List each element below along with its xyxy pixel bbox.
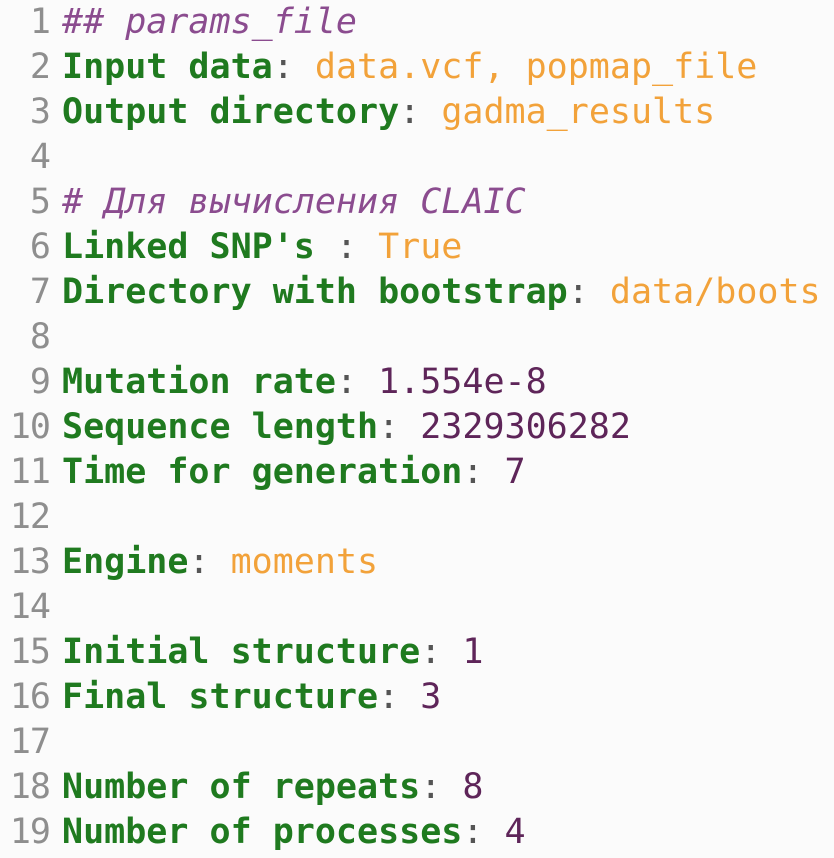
param-value: 8 [462, 767, 484, 807]
line-number: 6 [29, 227, 51, 267]
line-number: 2 [29, 47, 51, 87]
code-line[interactable]: 11 Time for generation: 7 [0, 450, 834, 495]
line-content: Initial structure: 1 [62, 630, 834, 675]
param-key: Mutation rate [62, 362, 336, 402]
param-key: Linked SNP's [62, 227, 315, 267]
line-number: 11 [9, 452, 51, 492]
separator: : [188, 542, 231, 582]
line-content: Sequence length: 2329306282 [62, 405, 834, 450]
separator: : [335, 362, 379, 402]
code-line[interactable]: 12 [0, 495, 834, 540]
code-line[interactable]: 9 Mutation rate: 1.554e-8 [0, 360, 834, 405]
line-number: 3 [29, 92, 51, 132]
param-key: Engine [62, 542, 189, 582]
line-number: 7 [29, 272, 51, 312]
param-key: Directory with bootstrap [62, 272, 568, 312]
param-value: moments [230, 542, 379, 582]
line-number: 16 [9, 677, 51, 717]
line-number: 5 [29, 182, 51, 222]
separator: : [378, 677, 421, 717]
code-line[interactable]: 7 Directory with bootstrap: data/boots [0, 270, 834, 315]
code-line[interactable]: 13 Engine: moments [0, 540, 834, 585]
code-editor[interactable]: 1 ## params_file 2 Input data: data.vcf, po… [0, 0, 834, 858]
code-line[interactable]: 8 [0, 315, 834, 360]
code-line[interactable]: 16 Final structure: 3 [0, 675, 834, 720]
code-line[interactable]: 14 [0, 585, 834, 630]
param-value: 1.554e-8 [378, 362, 547, 402]
line-number: 19 [9, 812, 51, 852]
line-content: Engine: moments [62, 540, 834, 585]
comment-text: ## params_file [62, 2, 358, 42]
line-content [62, 315, 834, 360]
line-content [62, 720, 834, 765]
line-number: 9 [29, 362, 51, 402]
separator: : [272, 47, 315, 87]
param-value: 7 [504, 452, 526, 492]
code-line[interactable]: 17 [0, 720, 834, 765]
line-number: 15 [9, 632, 51, 672]
param-value: True [378, 227, 463, 267]
line-content [62, 585, 834, 630]
line-content: Time for generation: 7 [62, 450, 834, 495]
code-line[interactable]: 18 Number of repeats: 8 [0, 765, 834, 810]
line-number: 10 [9, 407, 51, 447]
line-number: 8 [29, 317, 51, 357]
separator: : [420, 632, 463, 672]
line-content: # Для вычисления CLAIC [62, 180, 834, 225]
code-line[interactable]: 19 Number of processes: 4 [0, 810, 834, 855]
param-key: Number of repeats [62, 767, 421, 807]
param-value: 4 [504, 812, 526, 852]
separator: : [567, 272, 610, 312]
param-value: 3 [420, 677, 442, 717]
param-key: Final structure [62, 677, 379, 717]
code-line[interactable]: 4 [0, 135, 834, 180]
line-content: Number of processes: 4 [62, 810, 834, 855]
code-line[interactable]: 1 ## params_file [0, 0, 834, 45]
line-content: Linked SNP's : True [62, 225, 834, 270]
line-number: 4 [29, 137, 51, 177]
line-content [62, 135, 834, 180]
line-number: 18 [9, 767, 51, 807]
separator: : [462, 812, 505, 852]
code-line[interactable]: 6 Linked SNP's : True [0, 225, 834, 270]
separator: : [314, 227, 379, 267]
param-key: Input data [62, 47, 273, 87]
line-content: ## params_file [62, 0, 834, 45]
param-key: Initial structure [62, 632, 421, 672]
line-content: Output directory: gadma_results [62, 90, 834, 135]
param-value: gadma_results [441, 92, 716, 132]
line-number: 13 [9, 542, 51, 582]
line-content: Directory with bootstrap: data/boots [62, 270, 834, 315]
line-content: Input data: data.vcf, popmap_file [62, 45, 834, 90]
param-key: Time for generation [62, 452, 463, 492]
separator: : [378, 407, 421, 447]
param-value: 1 [462, 632, 484, 672]
code-line[interactable]: 3 Output directory: gadma_results [0, 90, 834, 135]
line-content [62, 495, 834, 540]
comment-text: # Для вычисления CLAIC [62, 182, 526, 222]
line-content: Mutation rate: 1.554e-8 [62, 360, 834, 405]
code-line[interactable]: 2 Input data: data.vcf, popmap_file [0, 45, 834, 90]
code-line[interactable]: 10 Sequence length: 2329306282 [0, 405, 834, 450]
separator: : [462, 452, 505, 492]
separator: : [399, 92, 442, 132]
line-number: 14 [9, 587, 51, 627]
line-content: Number of repeats: 8 [62, 765, 834, 810]
line-number: 12 [9, 497, 51, 537]
code-line[interactable]: 15 Initial structure: 1 [0, 630, 834, 675]
param-key: Output directory [62, 92, 400, 132]
line-content: Final structure: 3 [62, 675, 834, 720]
param-value: 2329306282 [420, 407, 631, 447]
param-key: Number of processes [62, 812, 463, 852]
param-value: data/boots [609, 272, 821, 312]
line-number: 1 [29, 2, 51, 42]
line-number: 17 [9, 722, 51, 762]
code-line[interactable]: 5 # Для вычисления CLAIC [0, 180, 834, 225]
param-value: data.vcf, popmap_file [314, 47, 758, 87]
separator: : [420, 767, 463, 807]
param-key: Sequence length [62, 407, 379, 447]
